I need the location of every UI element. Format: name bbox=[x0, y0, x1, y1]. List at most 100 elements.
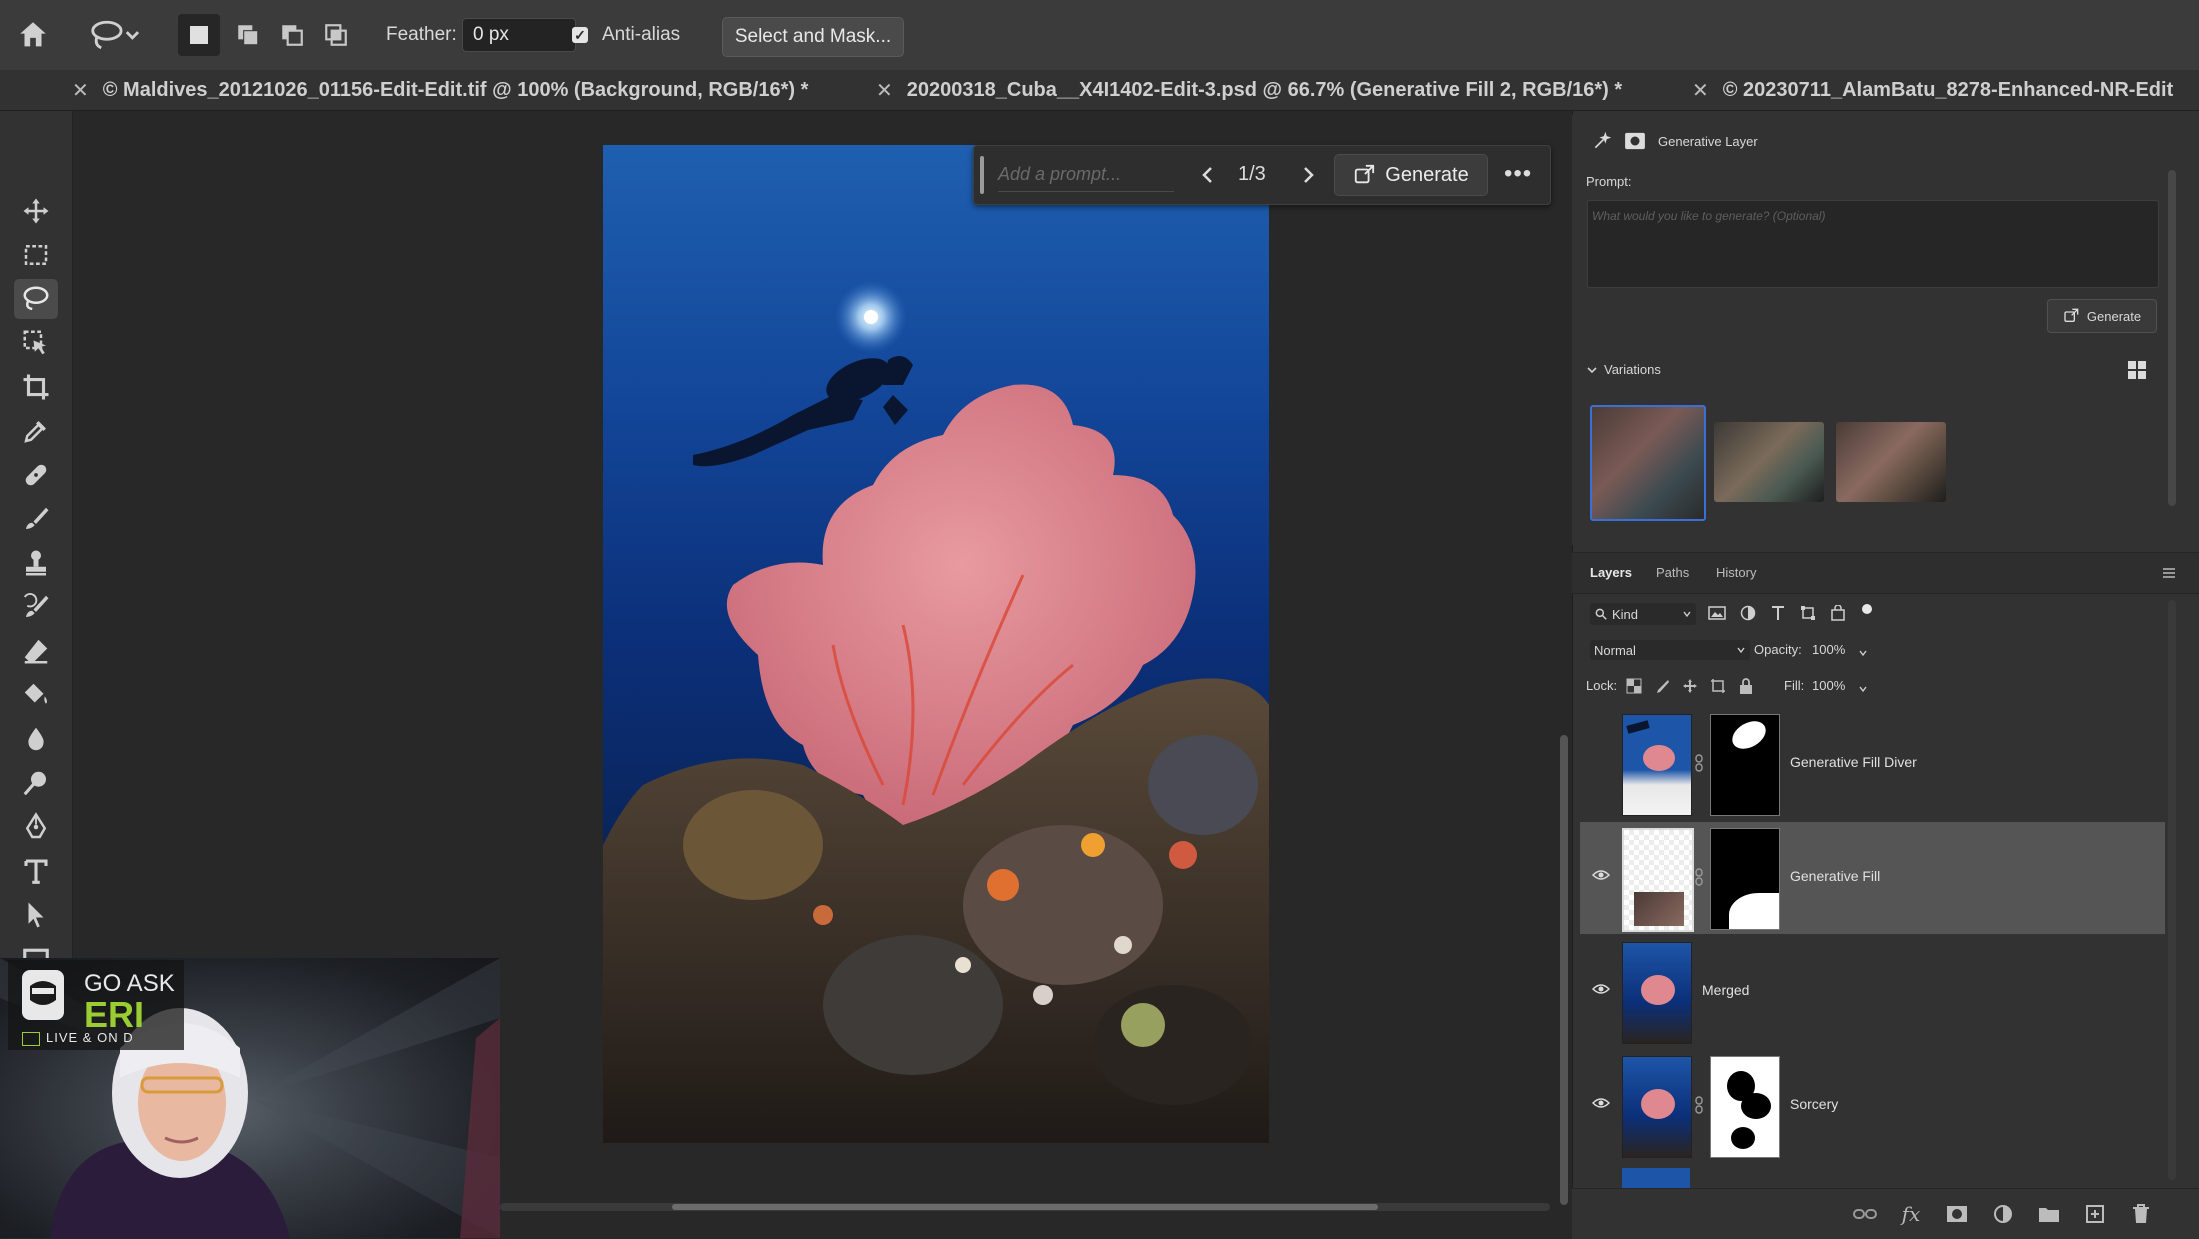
add-mask-icon[interactable] bbox=[1944, 1203, 1970, 1225]
variation-thumbnail-2[interactable] bbox=[1714, 422, 1824, 502]
move-tool-icon[interactable] bbox=[14, 191, 58, 231]
drag-handle[interactable] bbox=[980, 156, 984, 194]
tools-panel bbox=[0, 111, 73, 1060]
previous-variation-icon[interactable] bbox=[1196, 162, 1220, 193]
layer-row[interactable]: Sorcery bbox=[1580, 1050, 2165, 1162]
pixel-layer-filter-icon[interactable] bbox=[1708, 605, 1726, 626]
antialias-checkbox[interactable]: ✓ bbox=[572, 14, 588, 56]
dodge-tool-icon[interactable] bbox=[14, 763, 58, 803]
object-selection-tool-icon[interactable] bbox=[14, 323, 58, 363]
crop-tool-icon[interactable] bbox=[14, 367, 58, 407]
layer-mask-thumbnail[interactable] bbox=[1710, 1056, 1780, 1158]
eye-icon[interactable] bbox=[1592, 1096, 1610, 1110]
subtract-from-selection-icon[interactable] bbox=[272, 14, 312, 56]
close-icon[interactable]: ✕ bbox=[876, 78, 893, 103]
prompt-textarea[interactable]: What would you like to generate? (Option… bbox=[1587, 200, 2159, 288]
tab-layers[interactable]: Layers bbox=[1590, 565, 1632, 580]
opacity-input[interactable]: 100% bbox=[1812, 642, 1845, 657]
home-icon[interactable] bbox=[16, 14, 50, 56]
link-icon[interactable] bbox=[1694, 754, 1704, 777]
layer-row[interactable]: Generative Fill Diver bbox=[1580, 708, 2165, 820]
layers-scrollbar[interactable] bbox=[2168, 600, 2176, 1180]
eye-icon[interactable] bbox=[1592, 982, 1610, 996]
chevron-down-icon[interactable] bbox=[1858, 645, 1868, 663]
tab-history[interactable]: History bbox=[1716, 565, 1756, 580]
new-selection-icon[interactable] bbox=[178, 14, 220, 56]
panel-menu-icon[interactable] bbox=[2162, 566, 2176, 584]
lasso-tool-icon[interactable] bbox=[14, 279, 58, 319]
more-options-icon[interactable]: ••• bbox=[1504, 160, 1532, 188]
diver bbox=[693, 356, 913, 467]
eraser-tool-icon[interactable] bbox=[14, 631, 58, 671]
generate-label: Generate bbox=[2086, 308, 2142, 324]
layer-thumbnail bbox=[1622, 828, 1694, 932]
variations-header[interactable]: Variations bbox=[1586, 362, 1661, 377]
logo-text-line3: LIVE & ON D bbox=[46, 1030, 134, 1045]
play-icon bbox=[22, 1032, 40, 1046]
eyedropper-tool-icon[interactable] bbox=[14, 411, 58, 451]
add-to-selection-icon[interactable] bbox=[228, 14, 268, 56]
intersect-selection-icon[interactable] bbox=[316, 14, 356, 56]
feather-input[interactable]: 0 px bbox=[462, 18, 576, 52]
fx-icon[interactable]: fx bbox=[1898, 1202, 1924, 1226]
adjustment-layer-filter-icon[interactable] bbox=[1740, 605, 1756, 626]
healing-brush-tool-icon[interactable] bbox=[14, 455, 58, 495]
properties-generate-button[interactable]: Generate bbox=[2047, 299, 2157, 333]
vertical-scrollbar[interactable] bbox=[1560, 735, 1568, 1205]
paint-bucket-tool-icon[interactable] bbox=[14, 675, 58, 715]
brush-tool-icon[interactable] bbox=[14, 499, 58, 539]
generate-button[interactable]: Generate bbox=[1334, 154, 1488, 196]
layer-name: Sorcery bbox=[1790, 1096, 1839, 1112]
layer-row[interactable]: Merged bbox=[1580, 936, 2165, 1048]
lock-position-icon[interactable] bbox=[1682, 678, 1698, 699]
path-selection-tool-icon[interactable] bbox=[14, 895, 58, 935]
variation-thumbnail-3[interactable] bbox=[1836, 422, 1946, 502]
adjustment-layer-icon[interactable] bbox=[1990, 1203, 2016, 1225]
type-layer-filter-icon[interactable] bbox=[1770, 604, 1786, 627]
blend-mode-value: Normal bbox=[1594, 642, 1636, 658]
fill-input[interactable]: 100% bbox=[1812, 678, 1845, 693]
lock-all-icon[interactable] bbox=[1738, 677, 1754, 700]
eye-icon[interactable] bbox=[1592, 868, 1610, 882]
new-layer-icon[interactable] bbox=[2082, 1203, 2108, 1225]
link-layers-icon[interactable] bbox=[1852, 1203, 1878, 1225]
clone-stamp-tool-icon[interactable] bbox=[14, 543, 58, 583]
link-icon[interactable] bbox=[1694, 1096, 1704, 1119]
delete-layer-icon[interactable] bbox=[2128, 1203, 2154, 1225]
chevron-down-icon[interactable] bbox=[1858, 681, 1868, 699]
close-icon[interactable]: ✕ bbox=[1692, 78, 1709, 103]
kind-filter-select[interactable]: Kind bbox=[1590, 603, 1696, 625]
layer-mask-thumbnail[interactable] bbox=[1710, 714, 1780, 816]
layer-row-selected[interactable]: Generative Fill bbox=[1580, 822, 2165, 934]
variation-thumbnail-1[interactable] bbox=[1590, 405, 1706, 521]
lock-artboard-icon[interactable] bbox=[1710, 678, 1726, 699]
smart-object-filter-icon[interactable] bbox=[1830, 604, 1846, 626]
tab-maldives[interactable]: ✕ © Maldives_20121026_01156-Edit-Edit.tif… bbox=[72, 70, 808, 110]
shape-layer-filter-icon[interactable] bbox=[1800, 605, 1816, 626]
type-tool-icon[interactable] bbox=[14, 851, 58, 891]
history-brush-tool-icon[interactable] bbox=[14, 587, 58, 627]
properties-scrollbar[interactable] bbox=[2168, 170, 2176, 506]
filter-toggle-icon[interactable] bbox=[1862, 604, 1872, 614]
tab-alambatu[interactable]: ✕ © 20230711_AlamBatu_8278-Enhanced-NR-Ed… bbox=[1692, 70, 2173, 110]
next-variation-icon[interactable] bbox=[1296, 162, 1320, 193]
group-folder-icon[interactable] bbox=[2036, 1203, 2062, 1225]
link-icon[interactable] bbox=[1694, 868, 1704, 891]
layer-mask-thumbnail[interactable] bbox=[1710, 828, 1780, 930]
lock-pixels-icon[interactable] bbox=[1654, 678, 1670, 699]
close-icon[interactable]: ✕ bbox=[72, 78, 89, 103]
channel-logo: GO ASK ERI LIVE & ON D bbox=[8, 960, 184, 1050]
marquee-tool-icon[interactable] bbox=[14, 235, 58, 275]
grid-view-icon[interactable] bbox=[2127, 360, 2147, 385]
pen-tool-icon[interactable] bbox=[14, 807, 58, 847]
lasso-tool-preset-icon[interactable] bbox=[88, 14, 140, 56]
prompt-input[interactable]: Add a prompt... bbox=[998, 164, 1174, 192]
lock-transparent-icon[interactable] bbox=[1626, 678, 1642, 699]
horizontal-scroll-thumb[interactable] bbox=[672, 1204, 1378, 1210]
select-and-mask-button[interactable]: Select and Mask... bbox=[722, 17, 904, 57]
document-image[interactable] bbox=[603, 145, 1269, 1143]
tab-paths[interactable]: Paths bbox=[1656, 565, 1689, 580]
blur-tool-icon[interactable] bbox=[14, 719, 58, 759]
blend-mode-select[interactable]: Normal bbox=[1590, 640, 1750, 660]
tab-cuba[interactable]: ✕ 20200318_Cuba__X4I1402-Edit-3.psd @ 66.… bbox=[876, 70, 1622, 110]
